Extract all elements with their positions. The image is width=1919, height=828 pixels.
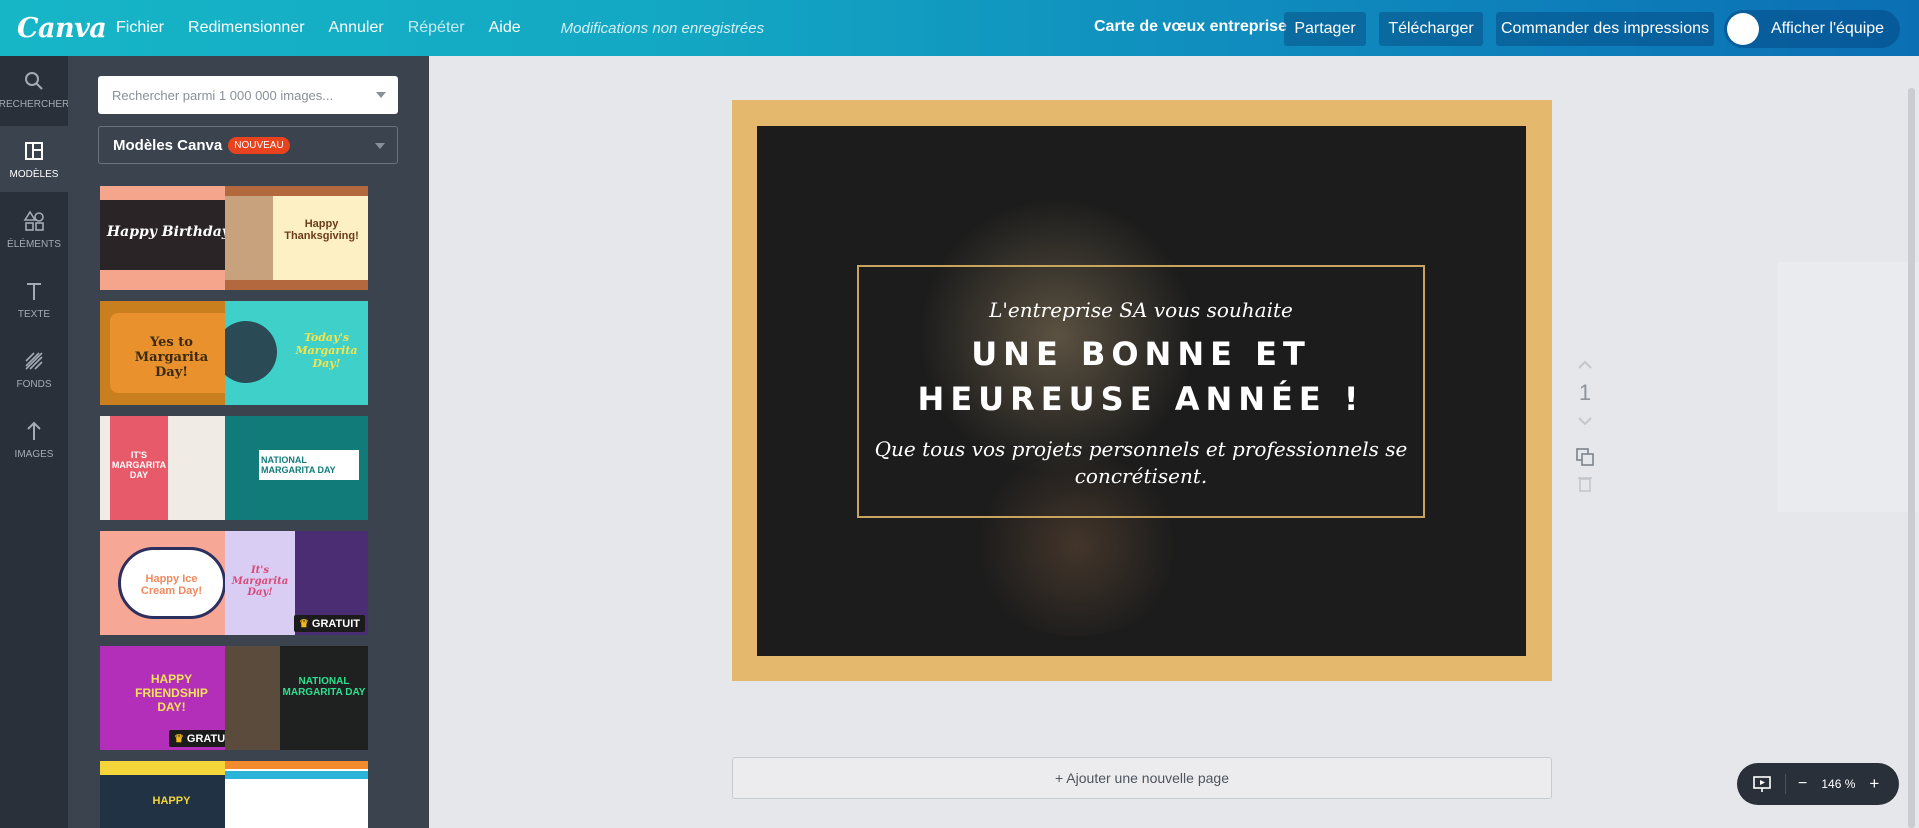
rail-item-backgrounds[interactable]: FONDS [0, 336, 68, 402]
template-title: HAPPY [152, 795, 191, 807]
wish-line[interactable]: Que tous vos projets personnels et profe… [859, 436, 1423, 490]
template-source-select[interactable]: Modèles Canva NOUVEAU [98, 126, 398, 164]
show-team-button[interactable]: Afficher l'équipe [1724, 10, 1900, 48]
shapes-icon [22, 209, 46, 233]
rail-item-templates[interactable]: MODÈLES [0, 126, 68, 192]
template-title: Happy Birthday! [106, 224, 237, 240]
template-title: Happy Thanksgiving! [284, 218, 359, 242]
zoom-level[interactable]: 146 % [1821, 777, 1855, 791]
templates-panel: Rechercher parmi 1 000 000 images... Mod… [68, 56, 429, 828]
vertical-scrollbar[interactable] [1908, 88, 1915, 828]
greeting-line[interactable]: L'entreprise SA vous souhaite [859, 298, 1423, 322]
menu-resize[interactable]: Redimensionner [188, 19, 305, 37]
top-bar: Canva Fichier Redimensionner Annuler Rép… [0, 0, 1919, 56]
rail-label-backgrounds: FONDS [16, 378, 52, 390]
template-title: NATIONAL MARGARITA DAY [282, 676, 366, 698]
template-title: It's Margarita Day! [231, 565, 289, 598]
move-up-icon[interactable] [1574, 354, 1596, 376]
chevron-down-icon[interactable] [376, 92, 386, 98]
free-badge-label: GRATUIT [311, 618, 360, 630]
template-source-label: Modèles Canva [113, 136, 223, 154]
rail-label-search: RECHERCHER [0, 98, 70, 110]
unsaved-status: Modifications non enregistrées [560, 19, 765, 37]
search-icon [22, 69, 46, 93]
template-title: Happy Ice Cream Day! [140, 573, 203, 597]
show-team-label: Afficher l'équipe [1771, 20, 1885, 37]
text-frame[interactable]: L'entreprise SA vous souhaite UNE BONNE … [857, 265, 1425, 518]
duplicate-icon[interactable] [1574, 446, 1596, 468]
headline-line-1[interactable]: UNE BONNE ET [859, 332, 1423, 377]
design-page[interactable]: L'entreprise SA vous souhaite UNE BONNE … [732, 100, 1552, 681]
main-menu: Fichier Redimensionner Annuler Répéter A… [116, 19, 764, 37]
template-thumb[interactable]: Happy Ice Cream Day! [100, 531, 243, 635]
zoom-in-button[interactable]: + [1869, 774, 1879, 794]
layout-icon [22, 139, 46, 163]
template-thumb[interactable]: Today's Margarita Day! [225, 301, 368, 405]
page-tools: 1 [1571, 350, 1599, 498]
template-thumb[interactable]: HAPPY [100, 761, 243, 828]
rail-label-elements: ÉLÉMENTS [7, 238, 61, 250]
template-search-input[interactable]: Rechercher parmi 1 000 000 images... [98, 76, 398, 114]
search-placeholder: Rechercher parmi 1 000 000 images... [112, 87, 334, 103]
rail-label-images: IMAGES [14, 448, 54, 460]
move-down-icon[interactable] [1574, 410, 1596, 432]
template-thumb[interactable]: IT'S MARGARITA DAY [100, 416, 243, 520]
template-thumb[interactable]: NATIONAL MARGARITA DAY [225, 646, 368, 750]
add-page-button[interactable]: + Ajouter une nouvelle page [732, 757, 1552, 799]
rail-label-templates: MODÈLES [9, 168, 59, 180]
free-badge: ♛ GRATUIT [293, 615, 365, 632]
presentation-icon[interactable] [1751, 773, 1773, 795]
trash-icon[interactable] [1574, 472, 1596, 494]
upload-icon [22, 419, 46, 443]
template-thumb[interactable] [225, 761, 368, 828]
template-thumb[interactable]: HAPPY FRIENDSHIP DAY! ♛ GRATUIT [100, 646, 243, 750]
menu-redo[interactable]: Répéter [408, 19, 465, 37]
menu-undo[interactable]: Annuler [329, 19, 384, 37]
template-title: HAPPY FRIENDSHIP DAY! [135, 672, 208, 714]
chevron-down-icon[interactable] [375, 143, 385, 149]
page-number: 1 [1578, 380, 1592, 405]
background-icon [22, 349, 46, 373]
avatar [1727, 13, 1759, 45]
background-photo[interactable]: L'entreprise SA vous souhaite UNE BONNE … [757, 126, 1526, 656]
template-title: Today's Margarita Day! [295, 331, 358, 370]
template-thumb[interactable]: NATIONAL MARGARITA DAY [225, 416, 368, 520]
rail-item-text[interactable]: TEXTE [0, 266, 68, 332]
template-thumb[interactable]: It's Margarita Day! ♛ GRATUIT [225, 531, 368, 635]
zoom-controls: − 146 % + [1737, 763, 1899, 805]
share-button[interactable]: Partager [1284, 12, 1366, 46]
side-strip [1778, 262, 1919, 512]
zoom-out-button[interactable]: − [1798, 775, 1807, 793]
template-title: NATIONAL MARGARITA DAY [261, 455, 336, 475]
rail-item-images[interactable]: IMAGES [0, 406, 68, 472]
menu-help[interactable]: Aide [489, 19, 521, 37]
template-title: IT'S MARGARITA DAY [111, 450, 167, 480]
order-prints-button[interactable]: Commander des impressions [1496, 12, 1714, 46]
template-thumb[interactable]: Happy Birthday! [100, 186, 243, 290]
text-icon [22, 279, 46, 303]
template-thumb[interactable]: Yes to Margarita Day! [100, 301, 243, 405]
divider [1785, 774, 1786, 794]
menu-file[interactable]: Fichier [116, 19, 164, 37]
template-thumb[interactable]: Happy Thanksgiving! [225, 186, 368, 290]
download-button[interactable]: Télécharger [1379, 12, 1483, 46]
rail-label-text: TEXTE [17, 308, 51, 320]
new-badge: NOUVEAU [228, 136, 290, 154]
rail-item-elements[interactable]: ÉLÉMENTS [0, 196, 68, 262]
document-title[interactable]: Carte de vœux entreprise [1094, 18, 1287, 36]
template-title: Yes to Margarita Day! [134, 335, 209, 380]
headline-line-2[interactable]: HEUREUSE ANNÉE ! [859, 377, 1423, 422]
canva-logo[interactable]: Canva [17, 13, 107, 44]
left-rail: RECHERCHER MODÈLES ÉLÉMENTS TEXTE FONDS … [0, 56, 70, 828]
rail-item-search[interactable]: RECHERCHER [0, 56, 70, 122]
